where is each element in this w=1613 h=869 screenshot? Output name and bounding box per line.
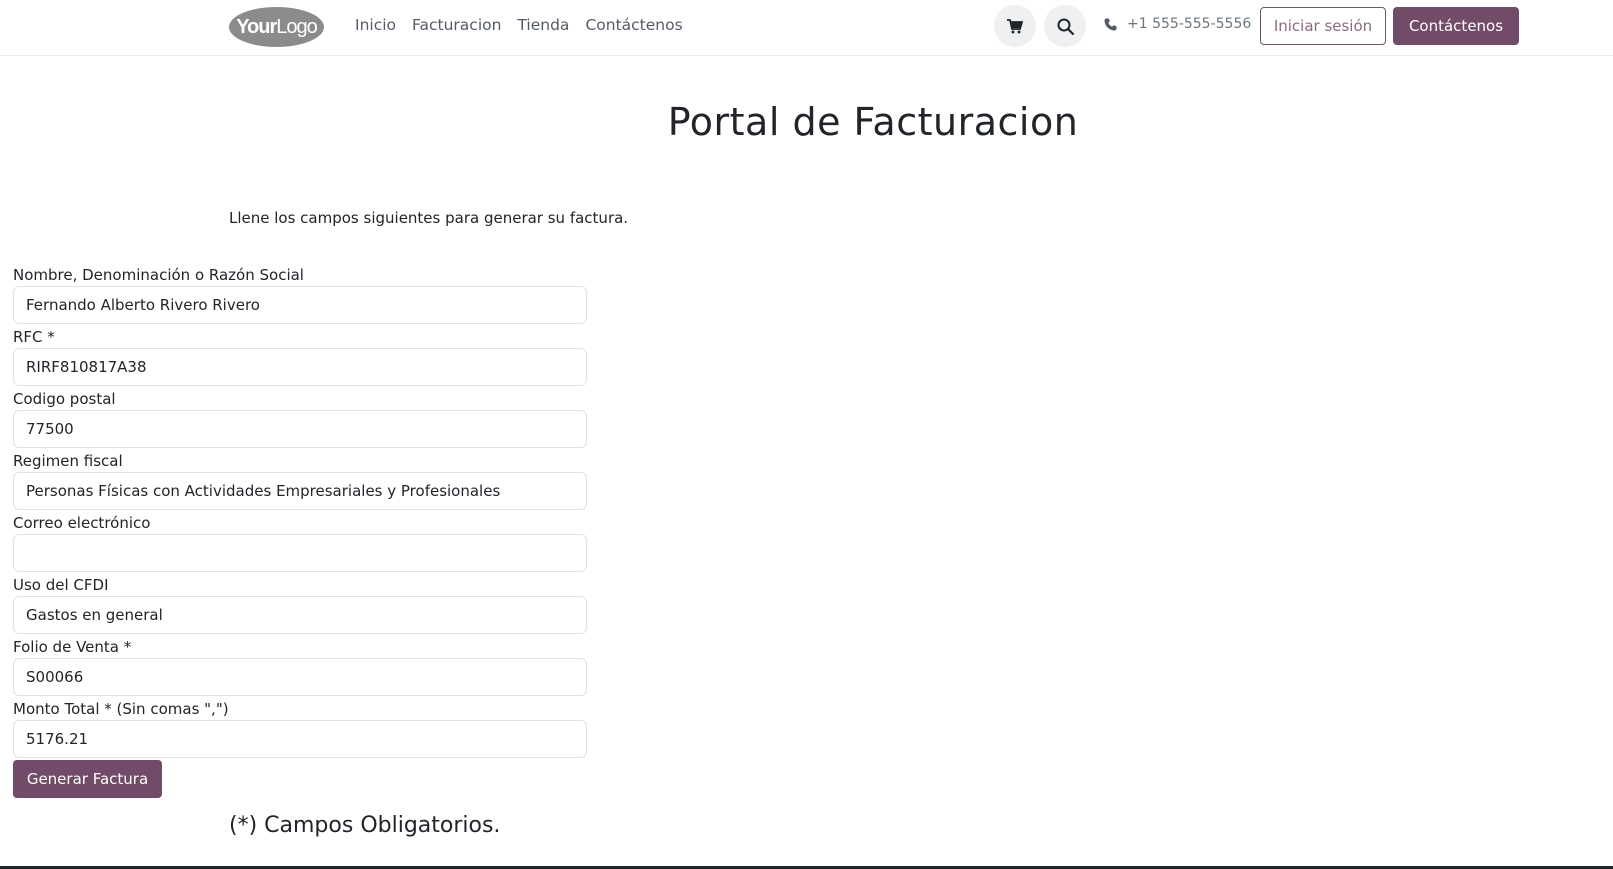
correo-label: Correo electrónico [13,514,151,532]
cart-button[interactable] [994,5,1036,47]
field-folio-venta: Folio de Venta * [13,637,587,699]
field-uso-cfdi: Uso del CFDI [13,575,587,637]
contact-button[interactable]: Contáctenos [1393,7,1519,45]
site-logo[interactable]: Your Logo [229,7,324,47]
nav-link-inicio[interactable]: Inicio [355,16,396,34]
logo-text-bold: Your [236,15,277,38]
folio-venta-label: Folio de Venta * [13,638,132,656]
nav-link-contactenos[interactable]: Contáctenos [585,16,682,34]
login-button[interactable]: Iniciar sesión [1260,7,1386,45]
field-razon-social: Nombre, Denominación o Razón Social [13,265,587,327]
intro-text: Llene los campos siguientes para generar… [229,209,629,227]
field-correo: Correo electrónico [13,513,587,575]
required-fields-note: (*) Campos Obligatorios. [229,813,501,838]
folio-venta-input[interactable] [13,658,587,696]
rfc-input[interactable] [13,348,587,386]
razon-social-label: Nombre, Denominación o Razón Social [13,266,304,284]
phone-link[interactable]: +1 555-555-5556 [1104,16,1251,32]
search-button[interactable] [1044,5,1086,47]
phone-number: +1 555-555-5556 [1127,16,1252,32]
monto-total-label: Monto Total * (Sin comas ",") [13,700,229,718]
field-codigo-postal: Codigo postal [13,389,587,451]
field-regimen-fiscal: Regimen fiscal [13,451,587,513]
uso-cfdi-label: Uso del CFDI [13,576,109,594]
invoice-form: Nombre, Denominación o Razón Social RFC … [13,265,587,761]
field-monto-total: Monto Total * (Sin comas ",") [13,699,587,761]
search-icon [1057,18,1074,35]
codigo-postal-label: Codigo postal [13,390,116,408]
monto-total-input[interactable] [13,720,587,758]
phone-icon [1104,18,1117,30]
generar-factura-button[interactable]: Generar Factura [13,760,162,798]
top-navbar: Your Logo Inicio Facturacion Tienda Contá… [0,0,1613,56]
field-rfc: RFC * [13,327,587,389]
correo-input[interactable] [13,534,587,572]
main-nav: Inicio Facturacion Tienda Contáctenos [355,16,683,34]
nav-link-tienda[interactable]: Tienda [517,16,569,34]
cart-icon [1007,18,1023,33]
nav-link-facturacion[interactable]: Facturacion [412,16,501,34]
logo-text: Logo [276,15,317,38]
razon-social-input[interactable] [13,286,587,324]
codigo-postal-input[interactable] [13,410,587,448]
regimen-fiscal-input[interactable] [13,472,587,510]
rfc-label: RFC * [13,328,55,346]
regimen-fiscal-label: Regimen fiscal [13,452,123,470]
page-title: Portal de Facturacion [667,100,1079,144]
uso-cfdi-input[interactable] [13,596,587,634]
